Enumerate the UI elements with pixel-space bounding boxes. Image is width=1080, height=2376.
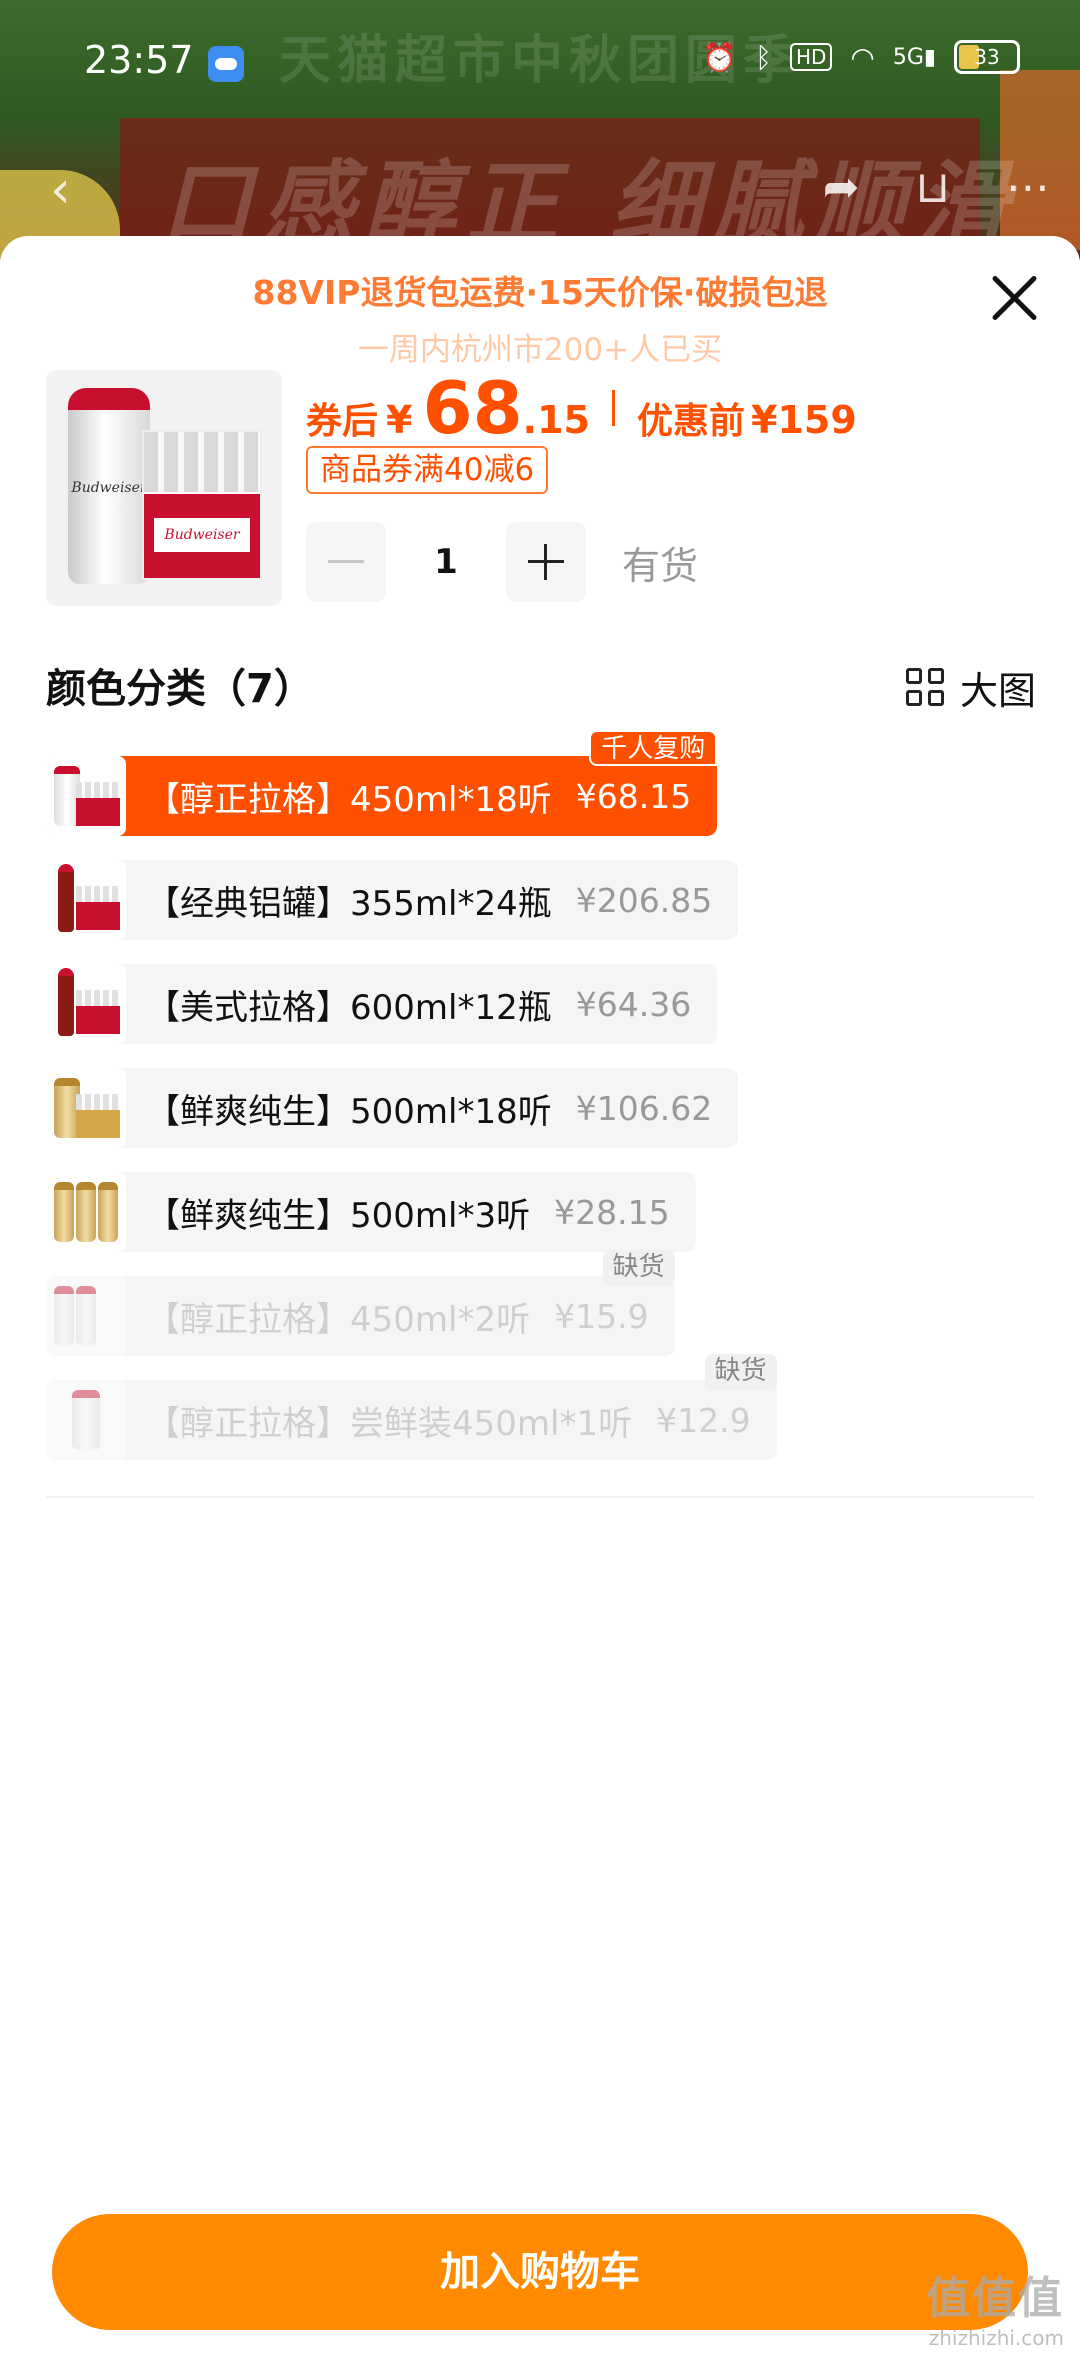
weather-icon xyxy=(208,46,244,82)
variant-price: ¥12.9 xyxy=(656,1400,751,1440)
wifi-icon: ◠ xyxy=(850,40,875,74)
variant-thumb xyxy=(46,1380,126,1460)
hd-icon: HD xyxy=(789,43,833,71)
variant-price: ¥68.15 xyxy=(575,776,692,816)
variant-price: ¥206.85 xyxy=(575,880,713,920)
variant-price: ¥15.9 xyxy=(554,1296,649,1336)
price-decimal: .15 xyxy=(522,398,590,442)
variant-thumb xyxy=(46,1276,126,1356)
variant-price: ¥106.62 xyxy=(575,1088,713,1128)
original-price-prefix: 优惠前 xyxy=(637,401,746,442)
variant-badge: 缺货 xyxy=(704,1354,777,1390)
big-view-button[interactable]: 大图 xyxy=(905,660,1036,715)
divider xyxy=(46,1496,1034,1498)
share-icon[interactable]: ➦ xyxy=(823,162,860,213)
stock-status: 有货 xyxy=(622,543,699,588)
variant-label: 【醇正拉格】尝鲜装450ml*1听 xyxy=(146,1403,633,1444)
watermark-domain: zhizhizhi.com xyxy=(928,2326,1064,2350)
case-icon: Budweiser xyxy=(142,430,262,580)
price-divider xyxy=(612,390,615,426)
variant-option[interactable]: 【经典铝罐】355ml*24瓶 ¥206.85 xyxy=(46,860,739,940)
grid-icon xyxy=(905,667,946,708)
price-prefix: 券后 xyxy=(306,401,379,442)
can-icon: Budweiser xyxy=(68,388,150,584)
close-icon[interactable] xyxy=(984,268,1044,328)
currency-symbol: ¥ xyxy=(386,398,413,442)
variant-thumb xyxy=(46,756,126,836)
watermark: 值值值 zhizhizhi.com xyxy=(926,2262,1064,2350)
variant-option[interactable]: 【美式拉格】600ml*12瓶 ¥64.36 xyxy=(46,964,718,1044)
battery-icon: 33 xyxy=(954,40,1020,74)
quantity-stepper: 1 有货 xyxy=(306,522,698,602)
variant-badge: 千人复购 xyxy=(589,730,718,766)
variant-label: 【醇正拉格】450ml*18听 xyxy=(146,779,552,820)
status-bar: 23:57 ⏰ ᛒ HD ◠ 5G▮ 33 xyxy=(0,0,1080,130)
variant-option[interactable]: 【醇正拉格】尝鲜装450ml*1听 ¥12.9 缺货 xyxy=(46,1354,777,1460)
price-row: 券后 ¥ 68 .15 优惠前 ¥159 xyxy=(306,366,857,450)
variant-thumb xyxy=(46,1068,126,1148)
variant-thumb xyxy=(46,964,126,1044)
watermark-logo: 值值值 xyxy=(926,2273,1064,2324)
alarm-icon: ⏰ xyxy=(702,40,738,74)
back-arrow-icon[interactable]: ‹ xyxy=(50,160,71,220)
big-view-label: 大图 xyxy=(959,669,1036,713)
status-time: 23:57 xyxy=(84,38,194,82)
variant-label: 【醇正拉格】450ml*2听 xyxy=(146,1299,531,1340)
price-integer: 68 xyxy=(422,366,523,450)
page-actions: ➦ ⊔ ⋯ xyxy=(823,162,1050,213)
variant-option[interactable]: 【鲜爽纯生】500ml*3听 ¥28.15 xyxy=(46,1172,696,1252)
variant-badge: 缺货 xyxy=(602,1250,675,1286)
signal-icon: 5G▮ xyxy=(892,44,936,70)
variant-option[interactable]: 【醇正拉格】450ml*2听 ¥15.9 缺货 xyxy=(46,1250,675,1356)
original-price: ¥159 xyxy=(751,398,857,442)
variant-option[interactable]: 【鲜爽纯生】500ml*18听 ¥106.62 xyxy=(46,1068,739,1148)
cart-icon[interactable]: ⊔ xyxy=(916,162,950,213)
bluetooth-icon: ᛒ xyxy=(755,40,772,74)
decrease-button[interactable] xyxy=(306,522,386,602)
variant-label: 【鲜爽纯生】500ml*3听 xyxy=(146,1195,531,1236)
quantity-value[interactable]: 1 xyxy=(386,542,506,582)
variant-thumb xyxy=(46,860,126,940)
variant-thumb xyxy=(46,1172,126,1252)
sku-selector-sheet: 88VIP退货包运费·15天价保·破损包退 一周内杭州市200+人已买 Budw… xyxy=(0,236,1080,2376)
coupon-tag[interactable]: 商品券满40减6 xyxy=(306,446,549,494)
variant-price: ¥28.15 xyxy=(554,1192,670,1232)
variant-option[interactable]: 【醇正拉格】450ml*18听 ¥68.15 千人复购 xyxy=(46,730,718,836)
more-icon[interactable]: ⋯ xyxy=(1006,162,1050,213)
category-title: 颜色分类（7） xyxy=(46,666,314,712)
variant-label: 【美式拉格】600ml*12瓶 xyxy=(146,987,552,1028)
buyers-count: 一周内杭州市200+人已买 xyxy=(357,332,723,368)
add-to-cart-button[interactable]: 加入购物车 xyxy=(52,2214,1028,2330)
status-icons: ⏰ ᛒ HD ◠ 5G▮ 33 xyxy=(702,40,1020,74)
variant-label: 【鲜爽纯生】500ml*18听 xyxy=(146,1091,552,1132)
service-promo: 88VIP退货包运费·15天价保·破损包退 xyxy=(252,273,828,312)
increase-button[interactable] xyxy=(506,522,586,602)
product-image[interactable]: Budweiser Budweiser xyxy=(46,370,282,606)
battery-level: 33 xyxy=(974,45,1000,69)
variant-price: ¥64.36 xyxy=(575,984,692,1024)
variant-label: 【经典铝罐】355ml*24瓶 xyxy=(146,883,552,924)
